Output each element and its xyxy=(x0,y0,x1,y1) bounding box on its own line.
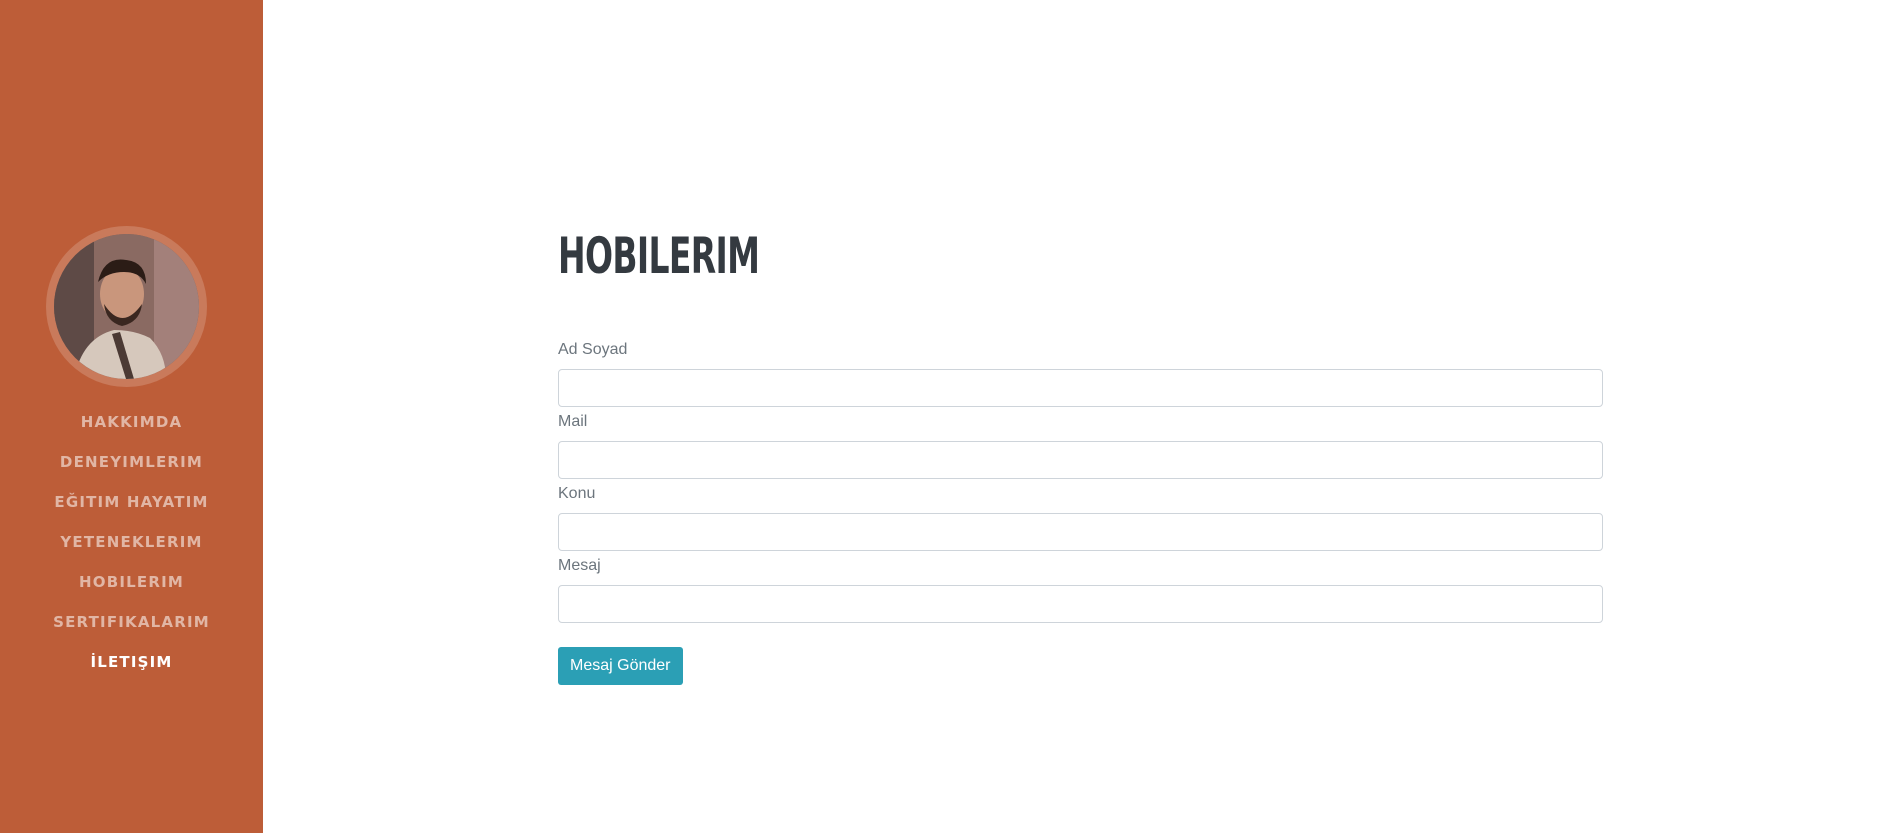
nav-link-deneyimlerim[interactable]: DENEYIMLERIM xyxy=(60,447,203,477)
nav-link-egitim-hayatim[interactable]: EĞITIM HAYATIM xyxy=(54,487,208,517)
message-field[interactable] xyxy=(558,585,1603,623)
name-label: Ad Soyad xyxy=(558,341,628,358)
avatar[interactable] xyxy=(54,234,199,379)
nav-item-iletisim: İLETIŞIM xyxy=(0,647,263,687)
nav-item-deneyimlerim: DENEYIMLERIM xyxy=(0,447,263,487)
message-label: Mesaj xyxy=(558,557,601,574)
nav-link-yeteneklerim[interactable]: YETENEKLERIM xyxy=(60,527,202,557)
sidebar-nav: HAKKIMDA DENEYIMLERIM EĞITIM HAYATIM YET… xyxy=(0,407,263,687)
nav-link-hobilerim[interactable]: HOBILERIM xyxy=(79,567,184,597)
avatar-photo xyxy=(54,234,199,379)
mail-label: Mail xyxy=(558,413,588,430)
nav-link-hakkimda[interactable]: HAKKIMDA xyxy=(81,407,183,437)
nav-item-sertifikalarim: SERTIFIKALARIM xyxy=(0,607,263,647)
name-field[interactable] xyxy=(558,369,1603,407)
nav-link-sertifikalarim[interactable]: SERTIFIKALARIM xyxy=(53,607,210,637)
sidebar: HAKKIMDA DENEYIMLERIM EĞITIM HAYATIM YET… xyxy=(0,0,263,833)
avatar-ring xyxy=(46,226,207,387)
nav-item-hakkimda: HAKKIMDA xyxy=(0,407,263,447)
contact-form: Ad Soyad Mail Konu Mesaj Mesaj Gönder xyxy=(558,337,1603,685)
nav-item-hobilerim: HOBILERIM xyxy=(0,567,263,607)
nav-item-egitim-hayatim: EĞITIM HAYATIM xyxy=(0,487,263,527)
nav-item-yeteneklerim: YETENEKLERIM xyxy=(0,527,263,567)
subject-field[interactable] xyxy=(558,513,1603,551)
send-message-button[interactable]: Mesaj Gönder xyxy=(558,647,683,685)
nav-link-iletisim[interactable]: İLETIŞIM xyxy=(90,647,172,677)
mail-field[interactable] xyxy=(558,441,1603,479)
page-title: HOBILERIM xyxy=(558,227,760,285)
subject-label: Konu xyxy=(558,485,596,502)
